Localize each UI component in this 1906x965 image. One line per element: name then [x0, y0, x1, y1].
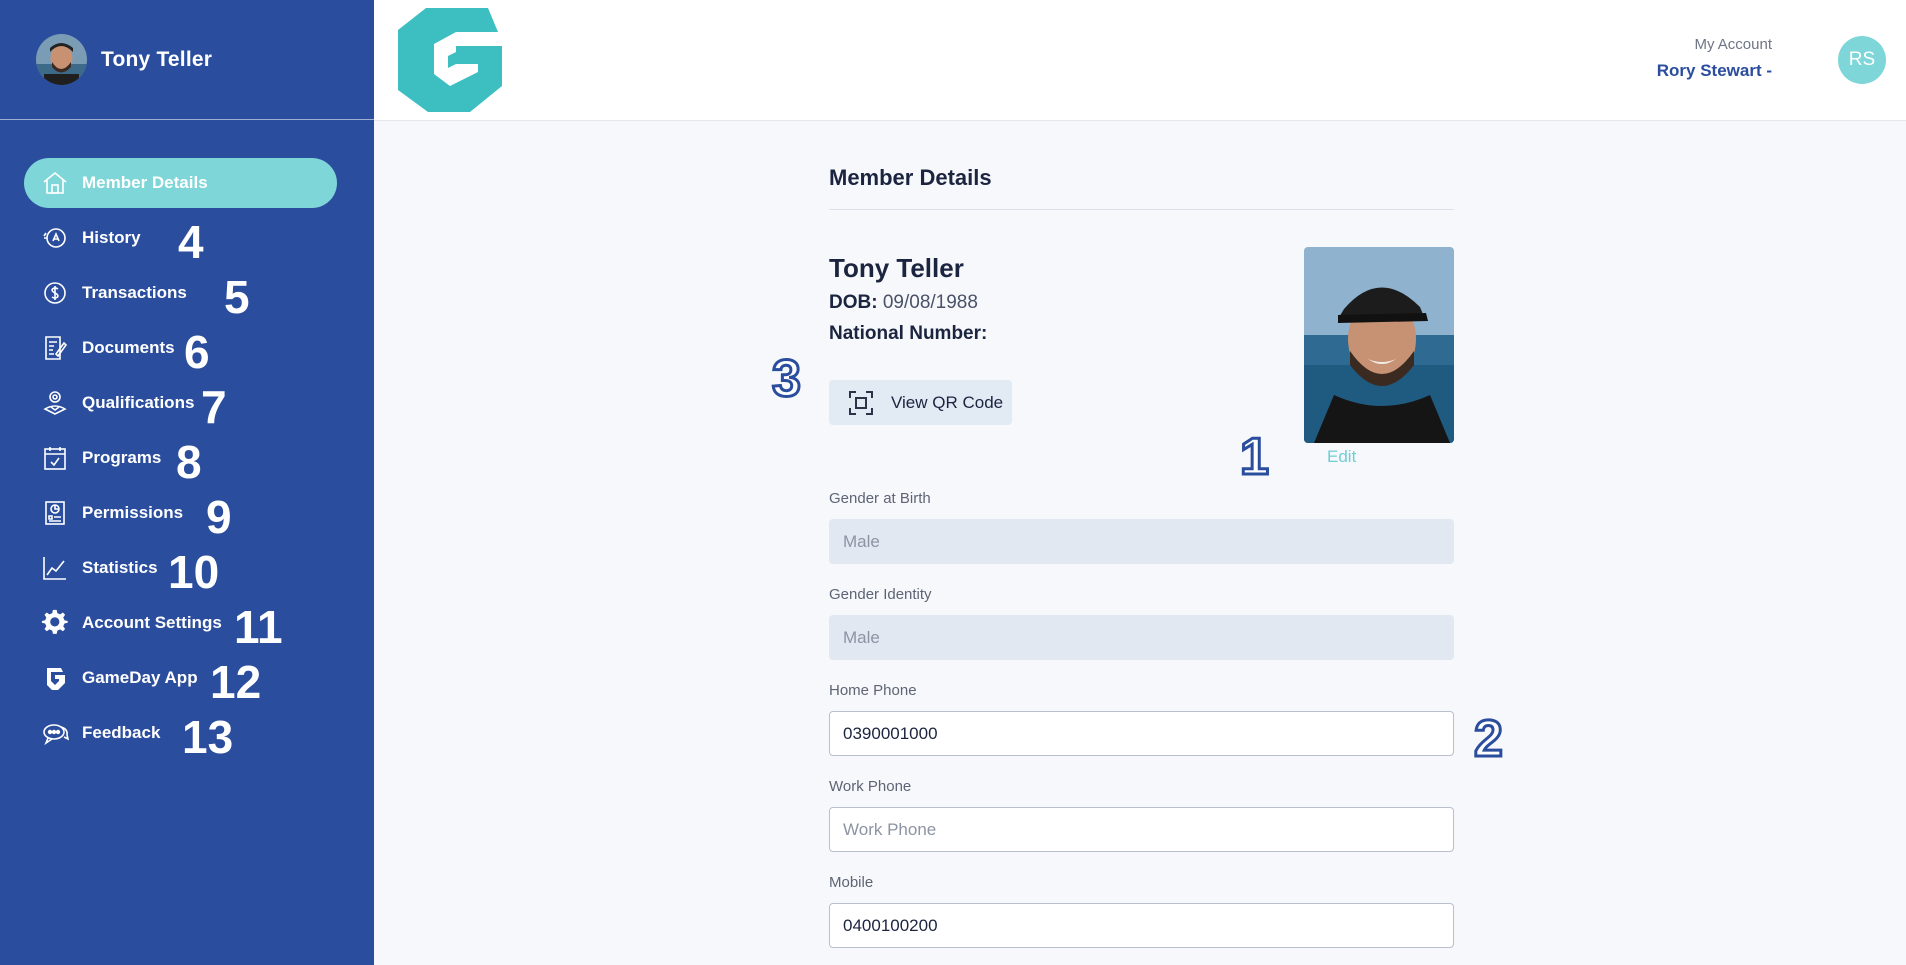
sidebar-item-permissions[interactable]: Permissions 9: [24, 488, 337, 543]
sidebar-item-label: Feedback: [82, 723, 161, 742]
avatar[interactable]: [36, 34, 87, 85]
home-phone-field-group: Home Phone: [829, 682, 1454, 756]
top-bar: My Account Rory Stewart - RS: [374, 0, 1906, 121]
annotation-number: 11: [234, 601, 283, 653]
annotation-number: 7: [201, 381, 227, 433]
sidebar-user-name: Tony Teller: [101, 47, 213, 71]
gender-identity-input: [829, 615, 1454, 660]
gender-at-birth-input: [829, 519, 1454, 564]
sidebar-item-label: Member Details: [82, 173, 208, 192]
main-content: Member Details Tony Teller DOB: 09/08/19…: [374, 121, 1906, 965]
dob-value: 09/08/1988: [882, 292, 978, 313]
home-phone-label: Home Phone: [829, 682, 917, 699]
gameday-logo-icon: [40, 663, 70, 693]
sidebar-item-history[interactable]: History 4: [24, 213, 337, 268]
sidebar: Tony Teller Member Details History 4 Tra…: [0, 0, 374, 965]
gender-at-birth-field-group: Gender at Birth: [829, 490, 1454, 564]
member-photo: [1304, 247, 1454, 443]
account-user-dropdown[interactable]: Rory Stewart -: [1657, 61, 1772, 81]
gender-identity-label: Gender Identity: [829, 586, 932, 603]
annotation-number-3: 3: [771, 350, 803, 408]
sidebar-item-label: GameDay App: [82, 668, 198, 687]
account-label: My Account: [1694, 36, 1772, 53]
annotation-number: 6: [184, 326, 210, 378]
permissions-icon: [40, 498, 70, 528]
sidebar-item-documents[interactable]: Documents 6: [24, 323, 337, 378]
gender-at-birth-label: Gender at Birth: [829, 490, 931, 507]
member-details-panel: Member Details Tony Teller DOB: 09/08/19…: [829, 121, 1454, 965]
sidebar-item-label: Statistics: [82, 558, 158, 577]
annotation-number-1: 1: [1239, 428, 1271, 486]
annotation-number: 13: [182, 711, 234, 763]
gear-icon: [40, 608, 70, 638]
dob-label: DOB:: [829, 292, 878, 313]
home-phone-input[interactable]: [829, 711, 1454, 756]
member-name: Tony Teller: [829, 253, 964, 283]
chart-icon: [40, 553, 70, 583]
mobile-label: Mobile: [829, 874, 874, 891]
sidebar-item-label: Programs: [82, 448, 162, 467]
sidebar-item-account-settings[interactable]: Account Settings 11: [24, 598, 337, 653]
member-profile: Tony Teller DOB: 09/08/1988 National Num…: [829, 210, 1454, 490]
qr-scan-icon: [849, 390, 873, 415]
sidebar-item-programs[interactable]: Programs 8: [24, 433, 337, 488]
sidebar-item-label: Documents: [82, 338, 175, 357]
sidebar-item-label: Transactions: [82, 283, 187, 302]
gender-identity-field-group: Gender Identity: [829, 586, 1454, 660]
sidebar-nav: Member Details History 4 Transactions 5 …: [0, 158, 374, 763]
sidebar-item-feedback[interactable]: Feedback 13: [24, 708, 337, 763]
work-phone-field-group: Work Phone: [829, 778, 1454, 852]
sidebar-item-label: Permissions: [82, 503, 184, 522]
annotation-number: 10: [168, 546, 220, 598]
page-title: Member Details: [829, 165, 1454, 210]
work-phone-input[interactable]: [829, 807, 1454, 852]
document-icon: [40, 333, 70, 363]
edit-photo-link[interactable]: Edit: [1327, 447, 1356, 467]
history-icon: [40, 223, 70, 253]
gameday-logo[interactable]: [398, 8, 502, 112]
sidebar-item-member-details[interactable]: Member Details: [24, 158, 337, 208]
sidebar-header: Tony Teller: [0, 0, 374, 120]
annotation-number: 12: [210, 656, 262, 708]
qualification-icon: [40, 388, 70, 418]
annotation-number: 4: [178, 216, 204, 268]
national-number-label: National Number:: [829, 323, 988, 344]
sidebar-item-qualifications[interactable]: Qualifications 7: [24, 378, 337, 433]
mobile-field-group: Mobile: [829, 874, 1454, 948]
mobile-input[interactable]: [829, 903, 1454, 948]
work-phone-label: Work Phone: [829, 778, 912, 795]
qr-button-label: View QR Code: [891, 392, 1004, 412]
calendar-icon: [40, 443, 70, 473]
annotation-number: 9: [206, 491, 232, 543]
home-icon: [40, 168, 70, 198]
feedback-icon: [40, 718, 70, 748]
view-qr-code-button[interactable]: View QR Code: [829, 380, 1012, 425]
sidebar-item-statistics[interactable]: Statistics 10: [24, 543, 337, 598]
sidebar-item-label: Account Settings: [82, 613, 222, 632]
member-dob: DOB: 09/08/1988: [829, 292, 978, 314]
sidebar-item-label: Qualifications: [82, 393, 195, 412]
account-menu[interactable]: My Account Rory Stewart -: [1657, 36, 1772, 81]
sidebar-item-gameday-app[interactable]: GameDay App 12: [24, 653, 337, 708]
account-avatar[interactable]: RS: [1838, 36, 1886, 84]
annotation-number: 8: [176, 436, 202, 488]
sidebar-item-label: History: [82, 228, 141, 247]
annotation-number: 5: [224, 271, 250, 323]
annotation-number-2: 2: [1473, 710, 1505, 768]
dollar-icon: [40, 278, 70, 308]
sidebar-item-transactions[interactable]: Transactions 5: [24, 268, 337, 323]
